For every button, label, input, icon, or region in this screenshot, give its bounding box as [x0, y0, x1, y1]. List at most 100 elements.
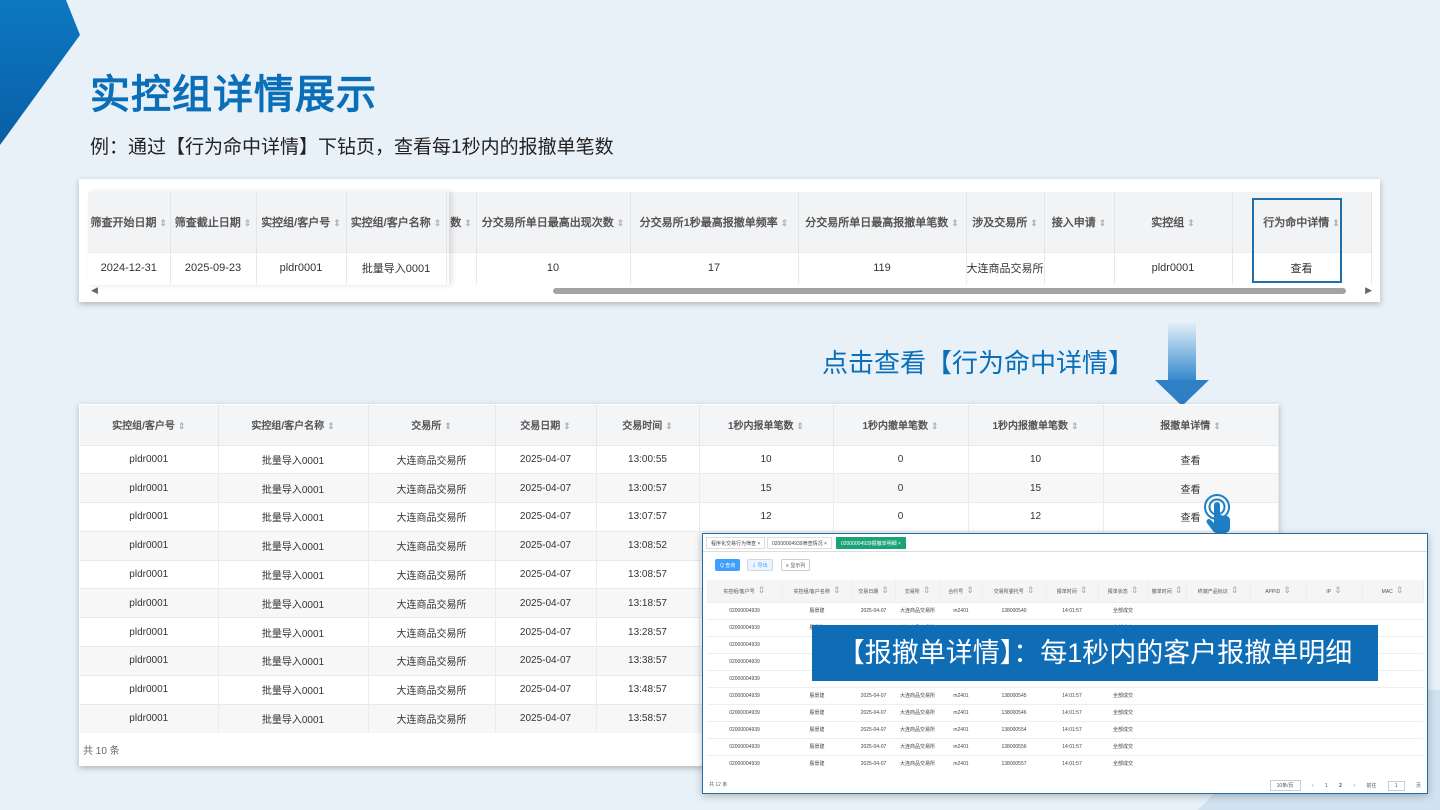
sort-icon[interactable]: ⇕: [1071, 421, 1079, 431]
goto-input[interactable]: 1: [1387, 781, 1405, 791]
table-cell: [1306, 737, 1362, 755]
sort-icon[interactable]: ⇕: [1027, 585, 1035, 595]
table-cell: 138000546: [982, 703, 1046, 721]
sort-icon[interactable]: ⇕: [881, 585, 889, 595]
column-header[interactable]: IP ⇕: [1306, 580, 1363, 602]
column-header[interactable]: 实控组/客户号 ⇕: [256, 192, 347, 252]
scroll-right-icon[interactable]: ▶: [1365, 285, 1372, 296]
page-2[interactable]: 2: [1339, 783, 1342, 789]
sort-icon[interactable]: ⇕: [1099, 218, 1107, 228]
column-header[interactable]: 合约号 ⇕: [940, 580, 983, 602]
column-header[interactable]: 1秒内报撤单笔数 ⇕: [968, 405, 1104, 445]
sort-icon[interactable]: ⇕: [244, 218, 252, 228]
column-header[interactable]: 交易时间 ⇕: [596, 405, 700, 445]
sort-icon[interactable]: ⇕: [833, 585, 841, 595]
column-header[interactable]: 报单状态 ⇕: [1098, 580, 1149, 602]
sort-icon[interactable]: ⇕: [1080, 585, 1088, 595]
sort-icon[interactable]: ⇕: [444, 421, 452, 431]
sort-icon[interactable]: ⇕: [781, 218, 789, 228]
table-cell[interactable]: 查看: [1103, 473, 1279, 503]
column-header[interactable]: 筛查截止日期 ⇕: [170, 192, 257, 252]
column-header[interactable]: 交易所委托号 ⇕: [982, 580, 1047, 602]
table-cell: [1186, 686, 1250, 704]
sort-icon[interactable]: ⇕: [1283, 585, 1291, 595]
sort-icon[interactable]: ⇕: [1175, 585, 1183, 595]
table-cell: 2025-04-07: [495, 617, 597, 647]
sort-icon[interactable]: ⇕: [1131, 585, 1139, 595]
table-cell: [1306, 686, 1362, 704]
sort-icon[interactable]: ⇕: [333, 218, 341, 228]
column-header[interactable]: 实控组/客户号 ⇕: [80, 405, 219, 445]
scroll-left-icon[interactable]: ◀: [91, 285, 98, 296]
column-header[interactable]: 分交易所单日最高报撤单笔数 ⇕: [798, 192, 967, 252]
next-page-icon[interactable]: ›: [1353, 783, 1355, 789]
column-header[interactable]: 交易所 ⇕: [368, 405, 496, 445]
table-cell: pldr0001: [80, 530, 219, 561]
sort-icon[interactable]: ⇕: [931, 421, 939, 431]
column-header[interactable]: 交易日期 ⇕: [852, 580, 896, 602]
sort-icon[interactable]: ⇕: [617, 218, 625, 228]
page-1[interactable]: 1: [1325, 783, 1328, 789]
sort-icon[interactable]: ⇕: [665, 421, 673, 431]
columns-button[interactable]: ≡ 显示列: [781, 559, 811, 571]
column-header[interactable]: 筛查开始日期 ⇕: [88, 192, 171, 252]
tab-order-detail[interactable]: 02000004939报撤单明细 ×: [836, 537, 906, 549]
table-cell[interactable]: pldr0001: [1114, 251, 1233, 284]
column-header[interactable]: 报单时间 ⇕: [1046, 580, 1099, 602]
sort-icon[interactable]: ⇕: [327, 421, 335, 431]
page-size-select[interactable]: 10条/页: [1269, 780, 1301, 791]
column-header[interactable]: 交易日期 ⇕: [495, 405, 597, 445]
sort-icon[interactable]: ⇕: [923, 585, 931, 595]
export-button[interactable]: ⇩ 导出: [747, 559, 773, 571]
sort-icon[interactable]: ⇕: [951, 218, 959, 228]
sort-icon[interactable]: ⇕: [159, 218, 167, 228]
sort-icon[interactable]: ⇕: [797, 421, 805, 431]
sort-icon[interactable]: ⇕: [1396, 585, 1404, 595]
scrollbar-thumb[interactable]: [553, 288, 1346, 294]
table-cell[interactable]: 查看: [1103, 502, 1279, 532]
column-header[interactable]: 1秒内报单笔数 ⇕: [699, 405, 834, 445]
table-cell[interactable]: 查看: [1103, 444, 1279, 474]
column-header[interactable]: 实控组/客户名称 ⇕: [782, 580, 853, 602]
column-header[interactable]: 分交易所1秒最高报撤单频率 ⇕: [630, 192, 799, 252]
sort-icon[interactable]: ⇕: [1231, 585, 1239, 595]
column-header[interactable]: 终端产品标识 ⇕: [1186, 580, 1251, 602]
column-header[interactable]: 数 ⇕: [446, 192, 477, 252]
column-header[interactable]: APPID ⇕: [1250, 580, 1307, 602]
column-header[interactable]: 涉及交易所 ⇕: [966, 192, 1045, 252]
sort-icon[interactable]: ⇕: [1334, 585, 1342, 595]
column-header[interactable]: 实控组/客户号 ⇕: [707, 580, 783, 602]
column-header[interactable]: 实控组/客户名称 ⇕: [218, 405, 369, 445]
table-cell: 2025-04-07: [852, 703, 895, 721]
column-header[interactable]: 实控组 ⇕: [1114, 192, 1233, 252]
sort-icon[interactable]: ⇕: [563, 421, 571, 431]
column-header[interactable]: 1秒内撤单笔数 ⇕: [833, 405, 969, 445]
sort-icon[interactable]: ⇕: [1213, 421, 1221, 431]
column-header[interactable]: MAC ⇕: [1362, 580, 1424, 602]
column-header[interactable]: 接入申请 ⇕: [1044, 192, 1115, 252]
table-cell: 13:00:55: [596, 444, 700, 474]
sort-icon[interactable]: ⇕: [966, 585, 974, 595]
sort-icon[interactable]: ⇕: [464, 218, 472, 228]
table-cell: m2401: [940, 737, 982, 755]
column-header[interactable]: 交易所 ⇕: [895, 580, 941, 602]
table-cell: [1250, 737, 1306, 755]
table-cell: 大连商品交易所: [895, 601, 940, 619]
table-cell: 2025-04-07: [495, 502, 597, 532]
column-header-label: 交易所: [904, 589, 920, 596]
column-header[interactable]: 报撤单详情 ⇕: [1103, 405, 1279, 445]
column-header[interactable]: 分交易所单日最高出现次数 ⇕: [476, 192, 631, 252]
prev-page-icon[interactable]: ‹: [1312, 783, 1314, 789]
query-button[interactable]: Q 查询: [715, 559, 741, 571]
tab-screening-status[interactable]: 02000004939筛查情况 ×: [767, 537, 832, 549]
sort-icon[interactable]: ⇕: [1030, 218, 1038, 228]
sort-icon[interactable]: ⇕: [758, 585, 766, 595]
tab-screening[interactable]: 程序化交易行为筛查 ×: [706, 537, 766, 549]
sort-icon[interactable]: ⇕: [434, 218, 442, 228]
column-header[interactable]: 实控组/客户名称 ⇕: [346, 192, 447, 252]
column-header[interactable]: 撤单时间 ⇕: [1148, 580, 1187, 602]
sort-icon[interactable]: ⇕: [1187, 218, 1195, 228]
horizontal-scrollbar[interactable]: ◀ ▶: [91, 285, 1372, 296]
sort-icon[interactable]: ⇕: [178, 421, 186, 431]
table-cell: [1306, 754, 1362, 772]
